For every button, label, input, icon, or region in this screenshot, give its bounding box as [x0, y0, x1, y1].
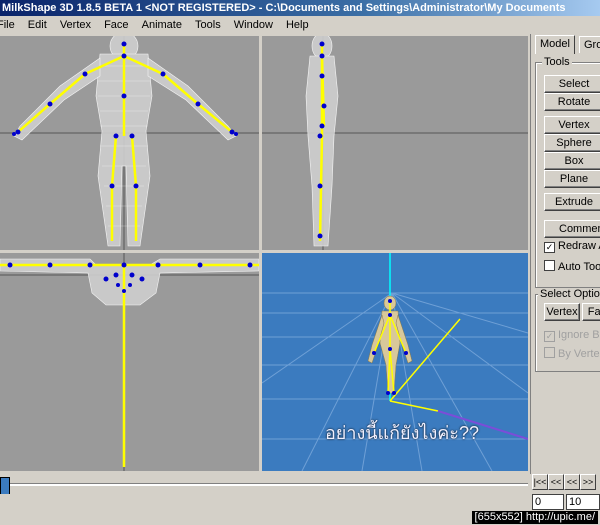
- vertex-tool-button[interactable]: Vertex: [544, 116, 600, 134]
- select-options-title: Select Options: [538, 288, 600, 301]
- select-vertex-button[interactable]: Vertex: [544, 303, 580, 321]
- menu-window[interactable]: Window: [229, 16, 278, 34]
- menu-edit[interactable]: Edit: [23, 16, 52, 34]
- auto-tool-label: Auto Tool: [558, 261, 600, 273]
- tab-groups[interactable]: Groups: [579, 36, 600, 53]
- select-options-group: Select Options Vertex Face ✓Ignore Backf…: [535, 288, 600, 372]
- viewport-front[interactable]: [0, 36, 259, 250]
- by-vertex-checkbox[interactable]: By Vertex: [544, 347, 600, 361]
- redraw-check-icon: ✓: [544, 242, 555, 253]
- next-frame-button[interactable]: >>: [580, 474, 596, 490]
- status-area: [0, 494, 530, 525]
- by-vertex-check-icon: [544, 347, 555, 358]
- prev-frame-button[interactable]: <<: [564, 474, 580, 490]
- viewport-side[interactable]: [262, 36, 528, 250]
- total-frames-field[interactable]: 10: [566, 494, 600, 510]
- ignore-check-icon: ✓: [544, 331, 555, 342]
- menu-file[interactable]: File: [0, 16, 20, 34]
- current-frame-field[interactable]: 0: [532, 494, 564, 510]
- menu-vertex[interactable]: Vertex: [55, 16, 96, 34]
- first-frame-button[interactable]: |<<: [532, 474, 548, 490]
- ignore-backfaces-checkbox[interactable]: ✓Ignore Backfaces: [544, 329, 600, 342]
- select-button[interactable]: Select: [544, 75, 600, 93]
- plane-button[interactable]: Plane: [544, 170, 600, 188]
- timeline-thumb[interactable]: [0, 477, 10, 495]
- top-view-model: [0, 253, 259, 471]
- tool-panel: Model Groups Tools Select Rotate Vertex …: [530, 34, 600, 474]
- side-view-model: [262, 36, 528, 250]
- title-bar: MilkShape 3D 1.8.5 BETA 1 <NOT REGISTERE…: [0, 0, 600, 16]
- window-title: MilkShape 3D 1.8.5 BETA 1 <NOT REGISTERE…: [2, 2, 566, 14]
- menu-face[interactable]: Face: [99, 16, 133, 34]
- box-button[interactable]: Box: [544, 152, 600, 170]
- tools-group: Tools Select Rotate Vertex Sphere Box Pl…: [535, 56, 600, 288]
- front-view-model: [0, 36, 259, 250]
- menu-bar: File Edit Vertex Face Animate Tools Wind…: [0, 16, 600, 34]
- select-face-button[interactable]: Face: [582, 303, 600, 321]
- timeline-track[interactable]: [8, 483, 528, 486]
- ignore-backfaces-label: Ignore Backfaces: [558, 329, 600, 341]
- redraw-label: Redraw All: [558, 240, 600, 252]
- rotate-button[interactable]: Rotate: [544, 93, 600, 111]
- redraw-all-checkbox[interactable]: ✓Redraw All: [544, 240, 600, 253]
- viewport-top[interactable]: [0, 253, 259, 471]
- thai-overlay-text: อย่างนี้แก้ยังไงค่ะ??: [325, 423, 479, 443]
- by-vertex-label: By Vertex: [558, 348, 600, 360]
- auto-check-icon: [544, 260, 555, 271]
- comment-button[interactable]: Comment: [544, 220, 600, 238]
- tab-model[interactable]: Model: [535, 35, 575, 54]
- extrude-button[interactable]: Extrude: [544, 193, 600, 211]
- sphere-button[interactable]: Sphere: [544, 134, 600, 152]
- tools-group-title: Tools: [542, 56, 572, 69]
- app-window: MilkShape 3D 1.8.5 BETA 1 <NOT REGISTERE…: [0, 0, 600, 525]
- menu-help[interactable]: Help: [281, 16, 314, 34]
- menu-animate[interactable]: Animate: [137, 16, 187, 34]
- menu-tools[interactable]: Tools: [190, 16, 226, 34]
- auto-tool-checkbox[interactable]: Auto Tool: [544, 260, 600, 274]
- prev-key-button[interactable]: <<: [548, 474, 564, 490]
- upic-watermark: [655x552] http://upic.me/: [471, 511, 598, 524]
- animation-timeline: [0, 474, 530, 495]
